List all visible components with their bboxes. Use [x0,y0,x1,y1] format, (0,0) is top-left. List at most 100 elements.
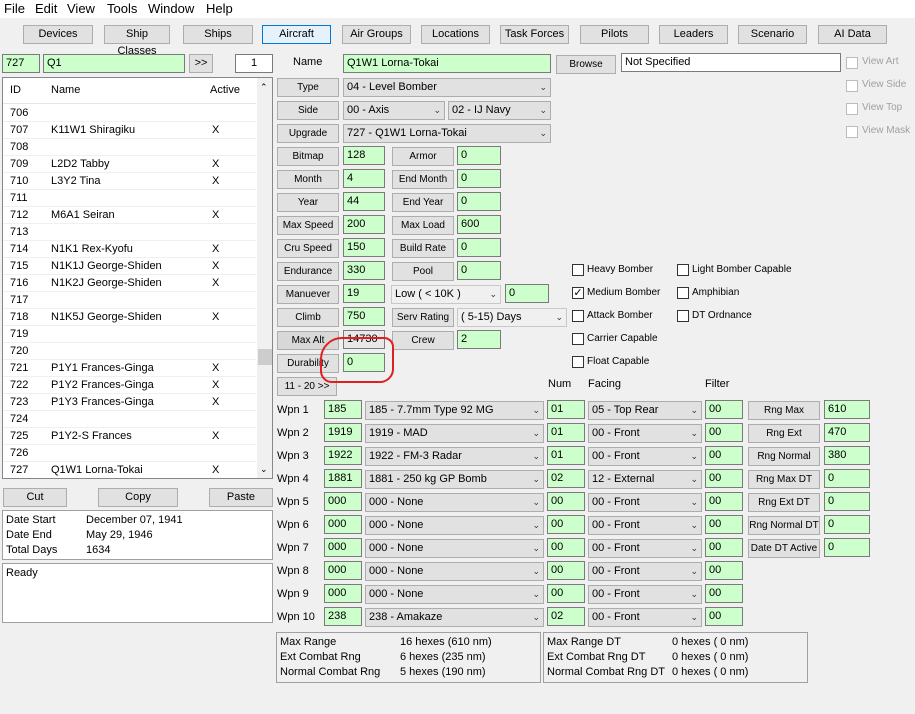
search-input[interactable]: Q1 [43,54,185,73]
range-button[interactable]: Rng Max DT [748,470,820,489]
weapon-filter-field[interactable]: 00 [705,469,743,488]
weapon-filter-field[interactable]: 00 [705,515,743,534]
search-go-button[interactable]: >> [189,54,213,73]
upgrade-button[interactable]: Upgrade [277,124,339,143]
stat-field[interactable]: 750 [343,307,385,326]
stat-field[interactable]: 0 [457,146,501,165]
range-button[interactable]: Rng Ext [748,424,820,443]
view-option-checkbox[interactable] [846,103,858,115]
range-button[interactable]: Rng Normal [748,447,820,466]
stat-button[interactable]: Build Rate [392,239,454,258]
menu-file[interactable]: File [4,1,25,16]
range-field[interactable]: 0 [824,492,870,511]
menu-help[interactable]: Help [206,1,233,16]
weapon-facing-select[interactable]: 00 - Front ⌄ [588,516,702,535]
weapon-id-field[interactable]: 1922 [324,446,362,465]
maneuver-altitude-select[interactable]: Low ( < 10K ) ⌄ [391,285,501,304]
weapon-facing-select[interactable]: 05 - Top Rear ⌄ [588,401,702,420]
list-row[interactable]: 717 [3,292,256,309]
stat-field[interactable]: 0 [457,192,501,211]
weapon-device-select[interactable]: 1919 - MAD ⌄ [365,424,544,443]
list-row[interactable]: 713 [3,224,256,241]
tab-locations[interactable]: Locations [421,25,490,44]
range-field[interactable]: 0 [824,515,870,534]
stat-button[interactable]: Manuever [277,285,339,304]
weapon-id-field[interactable]: 000 [324,561,362,580]
weapon-facing-select[interactable]: 00 - Front ⌄ [588,608,702,627]
stat-button[interactable]: Bitmap [277,147,339,166]
view-option-checkbox[interactable] [846,57,858,69]
role-checkbox[interactable] [677,287,689,299]
weapon-filter-field[interactable]: 00 [705,561,743,580]
weapon-id-field[interactable]: 000 [324,515,362,534]
role-checkbox[interactable] [572,264,584,276]
cut-button[interactable]: Cut [3,488,67,507]
stat-button[interactable]: Cru Speed [277,239,339,258]
role-checkbox[interactable] [572,356,584,368]
weapon-filter-field[interactable]: 00 [705,400,743,419]
list-row[interactable]: 718 N1K5J George-Shiden X [3,309,256,326]
weapon-id-field[interactable]: 1919 [324,423,362,442]
list-row[interactable]: 706 [3,105,256,122]
stat-button[interactable]: Pool [392,262,454,281]
stat-field[interactable]: 44 [343,192,385,211]
stat-field[interactable]: 4 [343,169,385,188]
tab-aircraft[interactable]: Aircraft [262,25,331,44]
weapon-device-select[interactable]: 000 - None ⌄ [365,562,544,581]
view-option-checkbox[interactable] [846,80,858,92]
list-row[interactable]: 725 P1Y2-S Frances X [3,428,256,445]
range-field[interactable]: 0 [824,469,870,488]
list-row[interactable]: 715 N1K1J George-Shiden X [3,258,256,275]
crew-button[interactable]: Crew [392,331,454,350]
weapon-facing-select[interactable]: 00 - Front ⌄ [588,493,702,512]
weapon-facing-select[interactable]: 00 - Front ⌄ [588,562,702,581]
list-row[interactable]: 709 L2D2 Tabby X [3,156,256,173]
stat-field[interactable]: 600 [457,215,501,234]
stat-field[interactable]: 128 [343,146,385,165]
type-button[interactable]: Type [277,78,339,97]
range-button[interactable]: Rng Max [748,401,820,420]
stat-button[interactable]: Year [277,193,339,212]
weapon-device-select[interactable]: 000 - None ⌄ [365,539,544,558]
col-name-header[interactable]: Name [51,84,80,96]
list-row[interactable]: 723 P1Y3 Frances-Ginga X [3,394,256,411]
menu-edit[interactable]: Edit [35,1,57,16]
tab-ships[interactable]: Ships [183,25,253,44]
scroll-up-icon[interactable]: ⌃ [260,82,268,93]
range-button[interactable]: Rng Ext DT [748,493,820,512]
stat-field[interactable]: 19 [343,284,385,303]
tab-task-forces[interactable]: Task Forces [500,25,569,44]
stat-button[interactable]: End Month [392,170,454,189]
weapon-num-field[interactable]: 00 [547,561,585,580]
stat-field[interactable]: 200 [343,215,385,234]
list-row[interactable]: 714 N1K1 Rex-Kyofu X [3,241,256,258]
stat-button[interactable]: Month [277,170,339,189]
weapon-num-field[interactable]: 00 [547,492,585,511]
weapon-num-field[interactable]: 02 [547,607,585,626]
weapon-id-field[interactable]: 000 [324,584,362,603]
stat-button[interactable]: Armor [392,147,454,166]
serv-rating-button[interactable]: Serv Rating [392,308,454,327]
list-row[interactable]: 711 [3,190,256,207]
weapon-facing-select[interactable]: 12 - External ⌄ [588,470,702,489]
role-checkbox[interactable] [572,333,584,345]
stat-button[interactable]: Endurance [277,262,339,281]
list-scrollbar[interactable]: ⌃ ⌄ [257,78,272,478]
menu-view[interactable]: View [67,1,95,16]
tab-leaders[interactable]: Leaders [659,25,728,44]
weapon-id-field[interactable]: 000 [324,492,362,511]
list-row[interactable]: 726 [3,445,256,462]
list-row[interactable]: 722 P1Y2 Frances-Ginga X [3,377,256,394]
maneuver-altitude-field[interactable]: 0 [505,284,549,303]
weapon-filter-field[interactable]: 00 [705,607,743,626]
menu-tools[interactable]: Tools [107,1,137,16]
record-id-field[interactable]: 727 [2,54,40,73]
list-row[interactable]: 716 N1K2J George-Shiden X [3,275,256,292]
range-field[interactable]: 380 [824,446,870,465]
weapon-facing-select[interactable]: 00 - Front ⌄ [588,585,702,604]
name-field[interactable]: Q1W1 Lorna-Tokai [343,54,551,73]
stat-button[interactable]: End Year [392,193,454,212]
stat-field[interactable]: 0 [457,261,501,280]
stat-field[interactable]: 150 [343,238,385,257]
list-row[interactable]: 707 K11W1 Shiragiku X [3,122,256,139]
